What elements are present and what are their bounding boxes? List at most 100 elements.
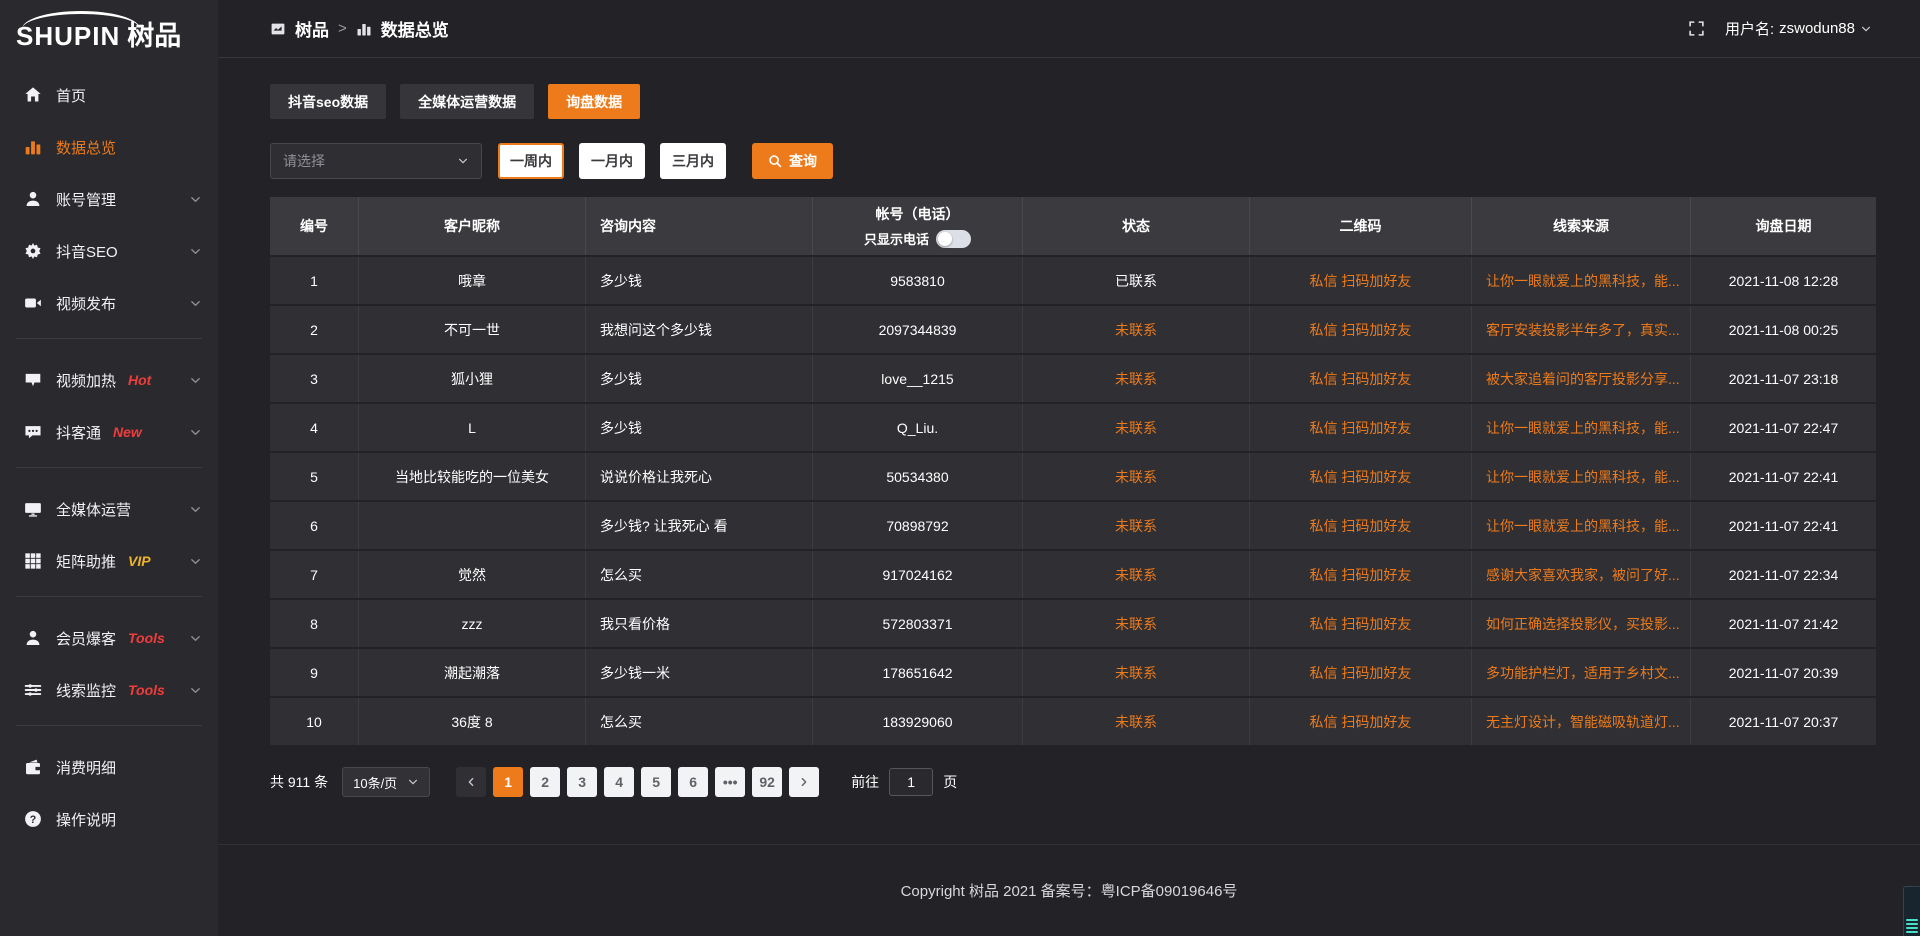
screen-icon [24,371,42,389]
cell-source-link[interactable]: 感谢大家喜欢我家，被问了好... [1472,551,1691,598]
cell-source-link[interactable]: 让你一眼就爱上的黑科技，能... [1472,502,1691,549]
cell-source-link[interactable]: 让你一眼就爱上的黑科技，能... [1472,257,1691,304]
cell-account: 917024162 [813,551,1023,598]
page-number: 6 [689,774,697,790]
sidebar-item-gear[interactable]: 抖音SEO [0,228,218,274]
cell-qrcode-link[interactable]: 私信 扫码加好友 [1250,649,1472,696]
sidebar-item-member[interactable]: 会员爆客 Tools [0,615,218,661]
logo-wordmark: SHUPIN [16,11,120,50]
search-button[interactable]: 查询 [752,143,833,179]
period-button-0[interactable]: 一周内 [498,143,564,179]
sidebar-item-grid[interactable]: 矩阵助推 VIP [0,538,218,584]
page-number: ••• [723,774,738,790]
sidebar-item-label: 视频加热 [56,370,116,391]
data-tabs: 抖音seo数据 全媒体运营数据 询盘数据 [270,84,1876,119]
tab-0[interactable]: 抖音seo数据 [270,84,386,119]
cell-qrcode-link[interactable]: 私信 扫码加好友 [1250,600,1472,647]
sidebar-item-screen[interactable]: 视频加热 Hot [0,357,218,403]
sidebar-item-label: 抖音SEO [56,241,118,262]
sidebar-item-sliders[interactable]: 线索监控 Tools [0,667,218,713]
cell-source-link[interactable]: 让你一眼就爱上的黑科技，能... [1472,453,1691,500]
cell-qrcode-link[interactable]: 私信 扫码加好友 [1250,551,1472,598]
user-menu[interactable]: 用户名: zswodun88 [1725,18,1872,39]
page-button-5[interactable]: 5 [641,767,671,797]
tab-2[interactable]: 询盘数据 [548,84,640,119]
tab-1[interactable]: 全媒体运营数据 [400,84,534,119]
next-page-button[interactable] [789,767,819,797]
cell-qrcode-link[interactable]: 私信 扫码加好友 [1250,698,1472,745]
cell-content: 我想问这个多少钱 [586,306,813,353]
cell-account: 50534380 [813,453,1023,500]
sidebar-item-video[interactable]: 视频发布 [0,280,218,326]
page-number: 5 [652,774,660,790]
svg-text:?: ? [30,814,37,826]
breadcrumb-root[interactable]: 树品 [295,16,329,41]
cell-qrcode-link[interactable]: 私信 扫码加好友 [1250,306,1472,353]
page-button-•••[interactable]: ••• [715,767,745,797]
table-row-8: 8 zzz 我只看价格 572803371 未联系 私信 扫码加好友 如何正确选… [270,598,1876,647]
sidebar-item-question[interactable]: ? 操作说明 [0,796,218,842]
select-placeholder: 请选择 [283,151,325,171]
topbar: 树品 > 数据总览 用户名: zswodun88 [218,0,1920,58]
cell-source-link[interactable]: 让你一眼就爱上的黑科技，能... [1472,404,1691,451]
sidebar-item-home[interactable]: 首页 [0,72,218,118]
home-icon [24,86,42,104]
col-no: 编号 [270,197,359,255]
cell-qrcode-link[interactable]: 私信 扫码加好友 [1250,453,1472,500]
breadcrumb-current: 数据总览 [381,16,449,41]
cell-source-link[interactable]: 如何正确选择投影仪，买投影... [1472,600,1691,647]
phone-only-toggle[interactable] [936,230,971,248]
sidebar-item-user[interactable]: 账号管理 [0,176,218,222]
cell-source-link[interactable]: 客厅安装投影半年多了，真实... [1472,306,1691,353]
cell-source-link[interactable]: 多功能护栏灯，适用于乡村文... [1472,649,1691,696]
content: 抖音seo数据 全媒体运营数据 询盘数据 请选择 一周内 一月内 三月内 查询 [218,58,1920,844]
cell-qrcode-link[interactable]: 私信 扫码加好友 [1250,355,1472,402]
member-icon [24,629,42,647]
sidebar-item-badge: Hot [128,372,151,388]
goto-page-input[interactable] [889,768,933,796]
sidebar: SHUPIN 树品 首页 数据总览 账号管理 抖音SEO 视频发布 视频加热 H… [0,0,218,936]
cell-qrcode-link[interactable]: 私信 扫码加好友 [1250,404,1472,451]
sidebar-item-label: 账号管理 [56,189,116,210]
sidebar-item-monitor[interactable]: 全媒体运营 [0,486,218,532]
tab-label: 询盘数据 [566,92,622,112]
page-button-2[interactable]: 2 [530,767,560,797]
cell-content: 怎么买 [586,551,813,598]
sidebar-item-label: 数据总览 [56,137,116,158]
sidebar-item-bar-chart[interactable]: 数据总览 [0,124,218,170]
bottom-right-widget[interactable] [1903,886,1920,936]
cell-date: 2021-11-07 22:47 [1691,404,1876,451]
cell-status: 未联系 [1023,453,1250,500]
cell-date: 2021-11-07 22:34 [1691,551,1876,598]
fullscreen-icon[interactable] [1688,20,1705,37]
cell-content: 多少钱 [586,404,813,451]
filter-select[interactable]: 请选择 [270,143,482,179]
cell-qrcode-link[interactable]: 私信 扫码加好友 [1250,502,1472,549]
sidebar-item-chat[interactable]: 抖客通 New [0,409,218,455]
cell-account: 2097344839 [813,306,1023,353]
inquiry-table: 编号 客户昵称 咨询内容 帐号（电话） 只显示电话 状态 二维码 线索来源 询盘… [270,197,1876,745]
cell-no: 7 [270,551,359,598]
cell-source-link[interactable]: 无主灯设计，智能磁吸轨道灯... [1472,698,1691,745]
cell-qrcode-link[interactable]: 私信 扫码加好友 [1250,257,1472,304]
prev-page-button[interactable] [456,767,486,797]
cell-nickname: 不可一世 [359,306,586,353]
footer: Copyright 树品 2021 备案号：粤ICP备09019646号 [218,844,1920,936]
page-button-1[interactable]: 1 [493,767,523,797]
tab-label: 全媒体运营数据 [418,92,516,112]
period-button-2[interactable]: 三月内 [660,143,726,179]
page-button-92[interactable]: 92 [752,767,782,797]
cell-nickname: zzz [359,600,586,647]
sidebar-item-wallet[interactable]: 消费明细 [0,744,218,790]
period-button-1[interactable]: 一月内 [579,143,645,179]
sidebar-divider [16,725,202,726]
page-button-3[interactable]: 3 [567,767,597,797]
page-size-select[interactable]: 10条/页 [342,767,430,797]
page-button-4[interactable]: 4 [604,767,634,797]
total-count: 共 911 条 [270,772,328,792]
col-date: 询盘日期 [1691,197,1876,255]
cell-source-link[interactable]: 被大家追着问的客厅投影分享... [1472,355,1691,402]
cell-content: 多少钱 [586,355,813,402]
page-button-6[interactable]: 6 [678,767,708,797]
chevron-down-icon [1860,23,1872,35]
